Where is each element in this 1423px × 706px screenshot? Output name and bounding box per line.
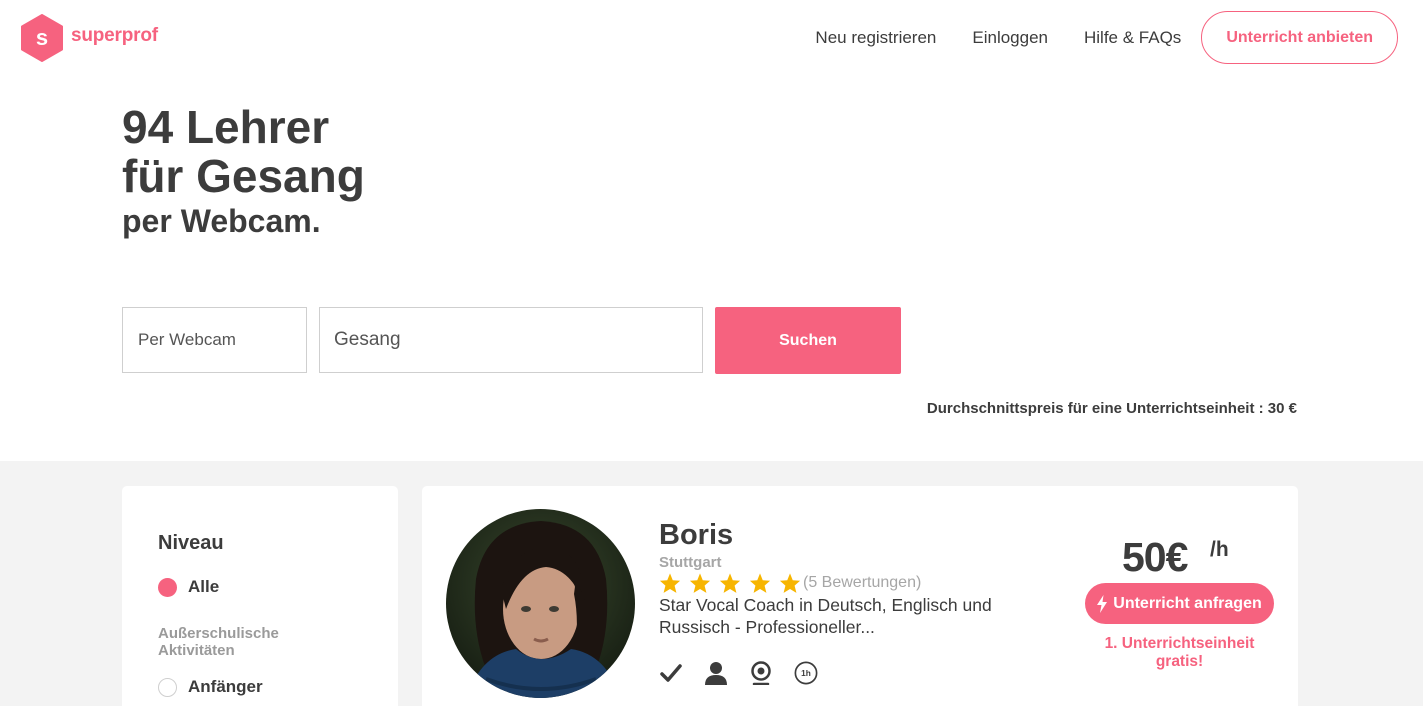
tutor-name[interactable]: Boris bbox=[659, 519, 733, 552]
request-lesson-label: Unterricht anfragen bbox=[1113, 594, 1262, 612]
filter-panel: Niveau Alle Außerschulische Aktivitäten … bbox=[122, 486, 398, 706]
lesson-mode-select[interactable]: Per Webcam bbox=[122, 307, 307, 373]
hero-count-line: 94 Lehrer bbox=[122, 101, 330, 153]
radio-unselected-icon[interactable] bbox=[158, 677, 177, 697]
review-count[interactable]: (5 Bewertungen) bbox=[803, 574, 921, 592]
star-icon bbox=[659, 573, 681, 593]
page-title: 94 Lehrer für Gesang per Webcam. bbox=[122, 103, 365, 241]
filter-option-all[interactable]: Alle bbox=[158, 577, 219, 597]
hero-subject-line: für Gesang bbox=[122, 150, 365, 202]
top-nav: Neu registrieren Einloggen Hilfe & FAQs … bbox=[815, 11, 1398, 64]
one-hour-icon: 1h bbox=[794, 661, 818, 685]
star-icon bbox=[749, 573, 771, 593]
filter-option-label: Anfänger bbox=[188, 677, 263, 696]
superprof-logo[interactable]: s superprof bbox=[20, 14, 158, 62]
nav-help-link[interactable]: Hilfe & FAQs bbox=[1084, 28, 1181, 48]
average-price-text: Durchschnittspreis für eine Unterrichtse… bbox=[926, 400, 1297, 417]
filter-option-beginner[interactable]: Anfänger bbox=[158, 677, 263, 697]
rating-stars: (5 Bewertungen) bbox=[659, 572, 921, 594]
price-unit: /h bbox=[1210, 538, 1229, 561]
tutor-description[interactable]: Star Vocal Coach in Deutsch, Englisch un… bbox=[659, 594, 1039, 638]
offer-lessons-button[interactable]: Unterricht anbieten bbox=[1201, 11, 1398, 64]
subject-search-input[interactable] bbox=[319, 307, 703, 373]
star-icon bbox=[689, 573, 711, 593]
radio-selected-icon[interactable] bbox=[158, 577, 177, 597]
tutor-badges: 1h bbox=[659, 661, 839, 685]
logo-letter: s bbox=[36, 25, 48, 50]
nav-login-link[interactable]: Einloggen bbox=[972, 28, 1048, 48]
tutor-city: Stuttgart bbox=[659, 554, 722, 571]
free-lesson-text: 1. Unterrichtseinheit gratis! bbox=[1104, 635, 1255, 670]
hero-mode-line: per Webcam. bbox=[122, 203, 321, 239]
lightning-icon bbox=[1097, 594, 1108, 613]
filter-level-title: Niveau bbox=[158, 532, 224, 554]
webcam-icon bbox=[749, 661, 773, 685]
search-button[interactable]: Suchen bbox=[715, 307, 901, 374]
check-icon bbox=[659, 661, 683, 685]
star-icon bbox=[779, 573, 801, 593]
filter-subheading: Außerschulische Aktivitäten bbox=[158, 625, 279, 659]
tutor-price: 50€ bbox=[1122, 534, 1188, 580]
user-icon bbox=[704, 661, 728, 685]
logo-hex-icon: s bbox=[20, 14, 64, 62]
tutor-card[interactable]: Boris Stuttgart (5 Bewertungen) Star Voc… bbox=[422, 486, 1298, 706]
brand-name: superprof bbox=[71, 25, 158, 46]
request-lesson-button[interactable]: Unterricht anfragen bbox=[1085, 583, 1274, 624]
tutor-avatar[interactable] bbox=[446, 509, 635, 698]
svg-text:1h: 1h bbox=[801, 668, 811, 678]
nav-register-link[interactable]: Neu registrieren bbox=[815, 28, 936, 48]
star-icon bbox=[719, 573, 741, 593]
filter-option-label: Alle bbox=[188, 577, 220, 596]
